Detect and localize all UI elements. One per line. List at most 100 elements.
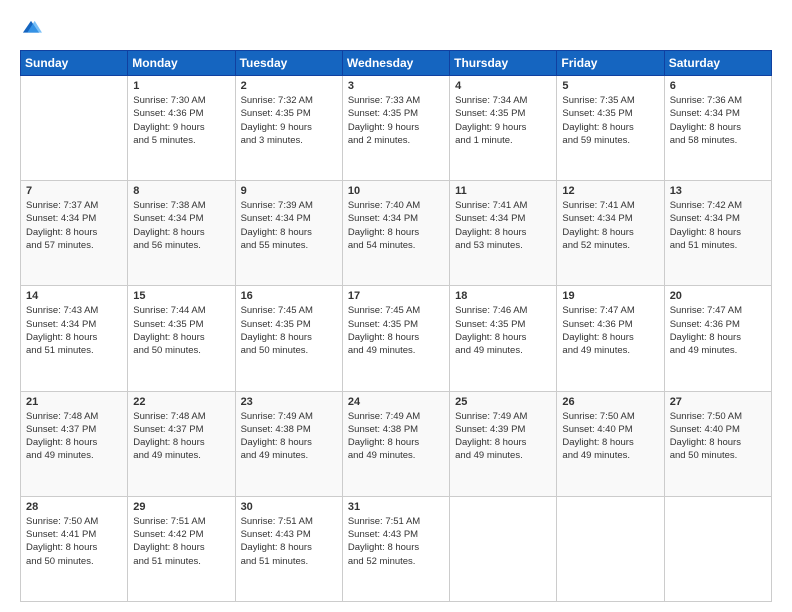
weekday-header: Tuesday <box>235 51 342 76</box>
calendar-cell: 4 Sunrise: 7:34 AM Sunset: 4:35 PM Daylig… <box>450 76 557 181</box>
weekday-header: Wednesday <box>342 51 449 76</box>
calendar-week-row: 1 Sunrise: 7:30 AM Sunset: 4:36 PM Daylig… <box>21 76 772 181</box>
day-number: 11 <box>455 185 551 197</box>
day-number: 14 <box>26 290 122 302</box>
day-number: 9 <box>241 185 337 197</box>
calendar-week-row: 7 Sunrise: 7:37 AM Sunset: 4:34 PM Daylig… <box>21 181 772 286</box>
day-number: 26 <box>562 396 658 408</box>
day-info: Sunrise: 7:48 AM Sunset: 4:37 PM Dayligh… <box>26 410 122 463</box>
day-info: Sunrise: 7:41 AM Sunset: 4:34 PM Dayligh… <box>562 199 658 252</box>
calendar-week-row: 21 Sunrise: 7:48 AM Sunset: 4:37 PM Dayli… <box>21 391 772 496</box>
day-info: Sunrise: 7:34 AM Sunset: 4:35 PM Dayligh… <box>455 94 551 147</box>
day-info: Sunrise: 7:49 AM Sunset: 4:38 PM Dayligh… <box>241 410 337 463</box>
day-info: Sunrise: 7:36 AM Sunset: 4:34 PM Dayligh… <box>670 94 766 147</box>
day-number: 21 <box>26 396 122 408</box>
day-number: 30 <box>241 501 337 513</box>
header <box>20 18 772 40</box>
day-number: 1 <box>133 80 229 92</box>
calendar-cell <box>21 76 128 181</box>
weekday-header: Friday <box>557 51 664 76</box>
day-info: Sunrise: 7:41 AM Sunset: 4:34 PM Dayligh… <box>455 199 551 252</box>
calendar-cell: 26 Sunrise: 7:50 AM Sunset: 4:40 PM Dayli… <box>557 391 664 496</box>
day-info: Sunrise: 7:49 AM Sunset: 4:39 PM Dayligh… <box>455 410 551 463</box>
calendar-cell <box>557 496 664 601</box>
day-number: 10 <box>348 185 444 197</box>
calendar-cell: 14 Sunrise: 7:43 AM Sunset: 4:34 PM Dayli… <box>21 286 128 391</box>
calendar-cell: 2 Sunrise: 7:32 AM Sunset: 4:35 PM Daylig… <box>235 76 342 181</box>
day-info: Sunrise: 7:45 AM Sunset: 4:35 PM Dayligh… <box>348 304 444 357</box>
logo-icon <box>20 18 42 40</box>
calendar-cell: 22 Sunrise: 7:48 AM Sunset: 4:37 PM Dayli… <box>128 391 235 496</box>
day-number: 6 <box>670 80 766 92</box>
calendar-cell: 27 Sunrise: 7:50 AM Sunset: 4:40 PM Dayli… <box>664 391 771 496</box>
day-info: Sunrise: 7:35 AM Sunset: 4:35 PM Dayligh… <box>562 94 658 147</box>
day-number: 28 <box>26 501 122 513</box>
day-number: 25 <box>455 396 551 408</box>
logo <box>20 18 46 40</box>
day-info: Sunrise: 7:47 AM Sunset: 4:36 PM Dayligh… <box>670 304 766 357</box>
day-info: Sunrise: 7:51 AM Sunset: 4:43 PM Dayligh… <box>348 515 444 568</box>
day-number: 29 <box>133 501 229 513</box>
day-info: Sunrise: 7:32 AM Sunset: 4:35 PM Dayligh… <box>241 94 337 147</box>
day-number: 15 <box>133 290 229 302</box>
calendar-cell: 30 Sunrise: 7:51 AM Sunset: 4:43 PM Dayli… <box>235 496 342 601</box>
calendar-cell: 23Sunrise: 7:49 AM Sunset: 4:38 PM Dayli… <box>235 391 342 496</box>
day-number: 4 <box>455 80 551 92</box>
weekday-header: Monday <box>128 51 235 76</box>
calendar-week-row: 28 Sunrise: 7:50 AM Sunset: 4:41 PM Dayli… <box>21 496 772 601</box>
page: SundayMondayTuesdayWednesdayThursdayFrid… <box>0 0 792 612</box>
day-number: 17 <box>348 290 444 302</box>
calendar-cell: 28 Sunrise: 7:50 AM Sunset: 4:41 PM Dayli… <box>21 496 128 601</box>
day-number: 31 <box>348 501 444 513</box>
day-info: Sunrise: 7:40 AM Sunset: 4:34 PM Dayligh… <box>348 199 444 252</box>
day-info: Sunrise: 7:42 AM Sunset: 4:34 PM Dayligh… <box>670 199 766 252</box>
calendar-cell: 10 Sunrise: 7:40 AM Sunset: 4:34 PM Dayli… <box>342 181 449 286</box>
calendar-cell <box>450 496 557 601</box>
calendar-cell: 24 Sunrise: 7:49 AM Sunset: 4:38 PM Dayli… <box>342 391 449 496</box>
day-info: Sunrise: 7:44 AM Sunset: 4:35 PM Dayligh… <box>133 304 229 357</box>
calendar-header-row: SundayMondayTuesdayWednesdayThursdayFrid… <box>21 51 772 76</box>
calendar-cell: 7 Sunrise: 7:37 AM Sunset: 4:34 PM Daylig… <box>21 181 128 286</box>
calendar-week-row: 14 Sunrise: 7:43 AM Sunset: 4:34 PM Dayli… <box>21 286 772 391</box>
day-number: 12 <box>562 185 658 197</box>
calendar-cell: 12 Sunrise: 7:41 AM Sunset: 4:34 PM Dayli… <box>557 181 664 286</box>
day-info: Sunrise: 7:43 AM Sunset: 4:34 PM Dayligh… <box>26 304 122 357</box>
day-info: Sunrise: 7:46 AM Sunset: 4:35 PM Dayligh… <box>455 304 551 357</box>
day-info: Sunrise: 7:45 AM Sunset: 4:35 PM Dayligh… <box>241 304 337 357</box>
day-info: Sunrise: 7:38 AM Sunset: 4:34 PM Dayligh… <box>133 199 229 252</box>
calendar-cell: 25 Sunrise: 7:49 AM Sunset: 4:39 PM Dayli… <box>450 391 557 496</box>
day-number: 3 <box>348 80 444 92</box>
day-number: 27 <box>670 396 766 408</box>
day-info: Sunrise: 7:30 AM Sunset: 4:36 PM Dayligh… <box>133 94 229 147</box>
day-number: 24 <box>348 396 444 408</box>
day-info: Sunrise: 7:47 AM Sunset: 4:36 PM Dayligh… <box>562 304 658 357</box>
day-info: Sunrise: 7:48 AM Sunset: 4:37 PM Dayligh… <box>133 410 229 463</box>
calendar-cell: 6 Sunrise: 7:36 AM Sunset: 4:34 PM Daylig… <box>664 76 771 181</box>
day-info: Sunrise: 7:49 AM Sunset: 4:38 PM Dayligh… <box>348 410 444 463</box>
calendar-cell: 16 Sunrise: 7:45 AM Sunset: 4:35 PM Dayli… <box>235 286 342 391</box>
day-info: Sunrise: 7:50 AM Sunset: 4:41 PM Dayligh… <box>26 515 122 568</box>
day-number: 20 <box>670 290 766 302</box>
day-number: 2 <box>241 80 337 92</box>
calendar-cell: 20 Sunrise: 7:47 AM Sunset: 4:36 PM Dayli… <box>664 286 771 391</box>
calendar-cell: 1 Sunrise: 7:30 AM Sunset: 4:36 PM Daylig… <box>128 76 235 181</box>
day-info: Sunrise: 7:51 AM Sunset: 4:43 PM Dayligh… <box>241 515 337 568</box>
day-number: 22 <box>133 396 229 408</box>
calendar-cell: 3 Sunrise: 7:33 AM Sunset: 4:35 PM Daylig… <box>342 76 449 181</box>
calendar-cell: 17 Sunrise: 7:45 AM Sunset: 4:35 PM Dayli… <box>342 286 449 391</box>
day-info: Sunrise: 7:37 AM Sunset: 4:34 PM Dayligh… <box>26 199 122 252</box>
day-info: Sunrise: 7:50 AM Sunset: 4:40 PM Dayligh… <box>670 410 766 463</box>
calendar-cell: 21 Sunrise: 7:48 AM Sunset: 4:37 PM Dayli… <box>21 391 128 496</box>
day-number: 7 <box>26 185 122 197</box>
day-number: 18 <box>455 290 551 302</box>
day-number: 16 <box>241 290 337 302</box>
day-info: Sunrise: 7:50 AM Sunset: 4:40 PM Dayligh… <box>562 410 658 463</box>
calendar-cell: 29Sunrise: 7:51 AM Sunset: 4:42 PM Dayli… <box>128 496 235 601</box>
weekday-header: Saturday <box>664 51 771 76</box>
weekday-header: Thursday <box>450 51 557 76</box>
calendar-cell: 5Sunrise: 7:35 AM Sunset: 4:35 PM Daylig… <box>557 76 664 181</box>
calendar-cell: 11 Sunrise: 7:41 AM Sunset: 4:34 PM Dayli… <box>450 181 557 286</box>
calendar-cell: 19Sunrise: 7:47 AM Sunset: 4:36 PM Dayli… <box>557 286 664 391</box>
day-info: Sunrise: 7:33 AM Sunset: 4:35 PM Dayligh… <box>348 94 444 147</box>
calendar-cell: 9Sunrise: 7:39 AM Sunset: 4:34 PM Daylig… <box>235 181 342 286</box>
